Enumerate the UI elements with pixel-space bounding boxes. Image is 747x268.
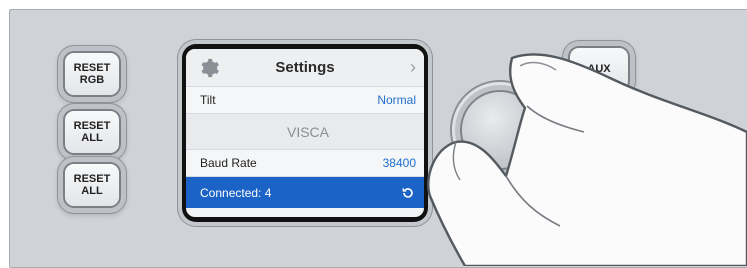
hand-image	[427, 53, 747, 266]
